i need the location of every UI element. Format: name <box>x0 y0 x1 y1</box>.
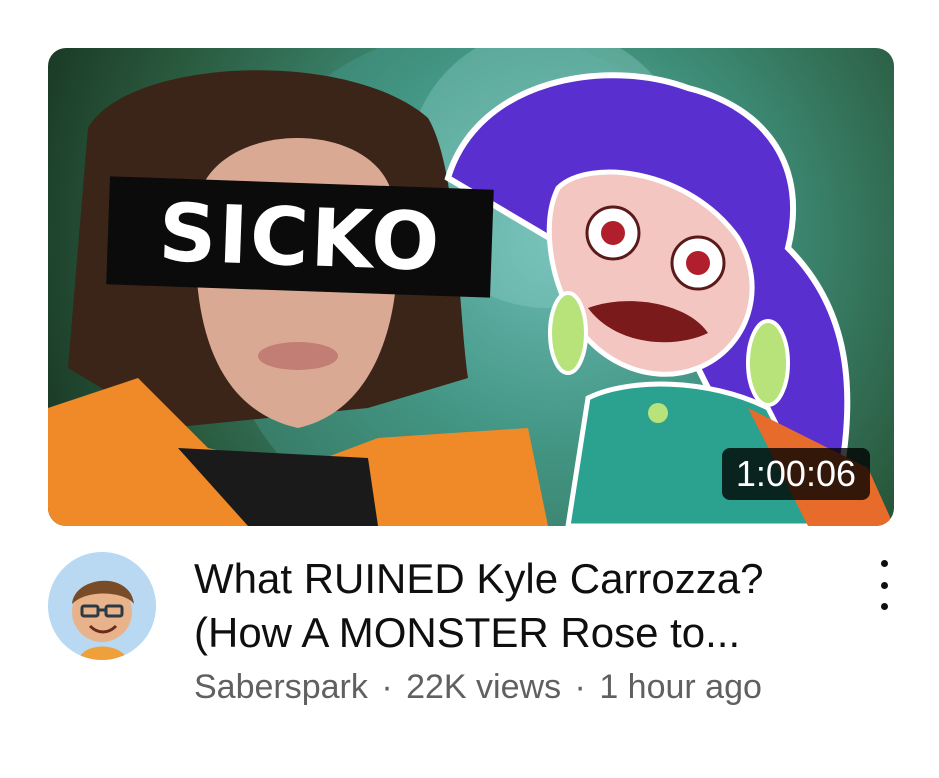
video-title[interactable]: What RUINED Kyle Carrozza? (How A MONSTE… <box>194 552 824 660</box>
meta-separator-2: · <box>574 668 586 706</box>
video-title-line-2: (How A MONSTER Rose to... <box>194 609 741 656</box>
video-title-line-1: What RUINED Kyle Carrozza? <box>194 555 764 602</box>
channel-name[interactable]: Saberspark <box>194 668 368 706</box>
more-dot-3 <box>880 603 888 610</box>
duration-badge: 1:00:06 <box>721 448 870 500</box>
view-count: 22K views <box>406 668 562 706</box>
upload-age: 1 hour ago <box>599 668 762 706</box>
censor-bar: SICKO <box>106 176 494 298</box>
more-vertical-icon[interactable] <box>868 560 900 610</box>
video-metadata: Saberspark · 22K views · 1 hour ago <box>194 668 762 707</box>
avatar-illustration <box>48 552 156 660</box>
video-thumbnail[interactable]: SICKO 1:00:06 <box>48 48 894 526</box>
more-dot-2 <box>880 581 888 589</box>
more-dot-1 <box>880 560 888 567</box>
thumbnail-overlay-text: SICKO <box>157 185 443 289</box>
meta-separator-1: · <box>381 668 393 706</box>
channel-avatar[interactable] <box>48 552 156 660</box>
